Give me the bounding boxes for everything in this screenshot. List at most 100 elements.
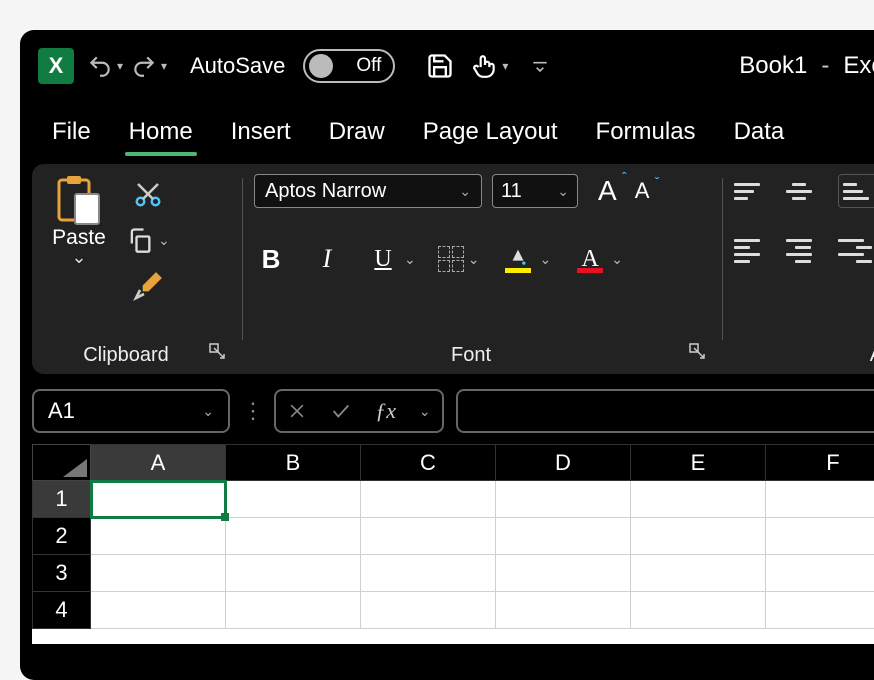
cell-a3[interactable] [91,555,226,592]
toggle-knob [309,54,333,78]
cell-f1[interactable] [766,481,874,518]
column-header-c[interactable]: C [361,445,496,481]
cell-c3[interactable] [361,555,496,592]
enter-formula-button[interactable] [330,400,352,422]
cell-a2[interactable] [91,518,226,555]
chevron-down-icon: ⌄ [611,251,623,268]
autosave-toggle[interactable]: Off [303,49,395,83]
grow-font-button[interactable]: Aˆ [598,175,617,207]
font-size-combo[interactable]: 11 ⌄ [492,174,578,208]
row-header-4[interactable]: 4 [33,592,91,629]
align-middle-button[interactable] [786,174,820,208]
fill-color-button[interactable]: ⌄ [501,242,551,276]
cell-d2[interactable] [496,518,631,555]
bold-button[interactable]: B [254,242,288,276]
cell-e1[interactable] [631,481,766,518]
cell-a4[interactable] [91,592,226,629]
clipboard-group-label: Clipboard [44,340,208,367]
alignment-group-label: Ali [734,340,874,367]
cell-f2[interactable] [766,518,874,555]
cell-f3[interactable] [766,555,874,592]
cancel-formula-button[interactable] [287,401,307,421]
formula-bar: A1 ⌄ ⋮ ƒx ⌄ [32,388,874,434]
borders-button[interactable]: ⌄ [438,246,480,272]
cell-d3[interactable] [496,555,631,592]
cell-b1[interactable] [226,481,361,518]
cell-b2[interactable] [226,518,361,555]
formula-bar-options[interactable]: ⋮ [242,398,262,424]
chevron-down-icon: ⌄ [202,403,214,420]
paste-button[interactable]: Paste [44,174,114,262]
cell-b4[interactable] [226,592,361,629]
row-header-1[interactable]: 1 [33,481,91,518]
cell-e3[interactable] [631,555,766,592]
align-top-button[interactable] [734,174,768,208]
column-header-f[interactable]: F [766,445,874,481]
cell-c2[interactable] [361,518,496,555]
font-family-combo[interactable]: Aptos Narrow ⌄ [254,174,482,208]
column-header-e[interactable]: E [631,445,766,481]
chevron-down-icon: ⌄ [419,403,431,420]
column-header-b[interactable]: B [226,445,361,481]
align-center-button[interactable] [786,234,820,268]
app-name: Excel [843,52,874,80]
undo-button[interactable] [86,48,124,84]
italic-button[interactable]: I [310,242,344,276]
formula-input[interactable] [456,389,874,433]
worksheet-grid[interactable]: A B C D E F 1 2 3 [32,444,874,644]
insert-function-button[interactable]: ƒx [375,398,396,424]
font-family-value: Aptos Narrow [265,180,386,203]
tab-formulas[interactable]: Formulas [592,112,700,156]
row-header-2[interactable]: 2 [33,518,91,555]
cell-c1[interactable] [361,481,496,518]
font-color-button[interactable]: A ⌄ [573,242,623,276]
ribbon-tabs: File Home Insert Draw Page Layout Formul… [20,102,874,156]
cut-button[interactable] [128,176,168,212]
touch-mode-button[interactable] [471,48,509,84]
document-name: Book1 [739,52,807,80]
tab-home[interactable]: Home [125,112,197,156]
format-painter-button[interactable] [128,268,168,304]
tab-insert[interactable]: Insert [227,112,295,156]
tab-page-layout[interactable]: Page Layout [419,112,562,156]
clipboard-icon [55,174,103,224]
tab-draw[interactable]: Draw [325,112,389,156]
chevron-down-icon: ⌄ [539,251,551,268]
copy-button[interactable]: ⌄ [126,226,170,254]
paste-dropdown-icon [71,252,86,262]
font-launcher[interactable] [688,342,710,364]
name-box[interactable]: A1 ⌄ [32,389,230,433]
clipboard-launcher[interactable] [208,342,230,364]
chevron-down-icon: ⌄ [459,183,471,200]
cell-c4[interactable] [361,592,496,629]
autosave-label: AutoSave [190,53,285,79]
redo-button[interactable] [130,48,168,84]
align-right-button[interactable] [838,234,872,268]
tab-file[interactable]: File [48,112,95,156]
cell-d1[interactable] [496,481,631,518]
shrink-font-button[interactable]: Aˇ [635,178,650,204]
underline-button[interactable]: U ⌄ [366,242,416,276]
cell-e2[interactable] [631,518,766,555]
align-bottom-button[interactable] [838,174,874,208]
font-size-value: 11 [501,180,522,203]
align-left-button[interactable] [734,234,768,268]
tab-data[interactable]: Data [730,112,789,156]
cell-f4[interactable] [766,592,874,629]
row-header-3[interactable]: 3 [33,555,91,592]
select-all-corner[interactable] [33,445,91,481]
cell-a1[interactable] [91,481,226,518]
excel-app-icon: X [38,48,74,84]
formula-controls: ƒx ⌄ [274,389,444,433]
save-button[interactable] [421,48,459,84]
column-header-d[interactable]: D [496,445,631,481]
cell-e4[interactable] [631,592,766,629]
font-color-icon: A [573,242,607,276]
column-header-a[interactable]: A [91,445,226,481]
chevron-down-icon: ⌄ [557,183,569,200]
cell-b3[interactable] [226,555,361,592]
group-font: Aptos Narrow ⌄ 11 ⌄ Aˆ Aˇ B I [242,164,722,374]
customize-qat-button[interactable] [521,48,559,84]
cell-d4[interactable] [496,592,631,629]
borders-icon [438,246,464,272]
